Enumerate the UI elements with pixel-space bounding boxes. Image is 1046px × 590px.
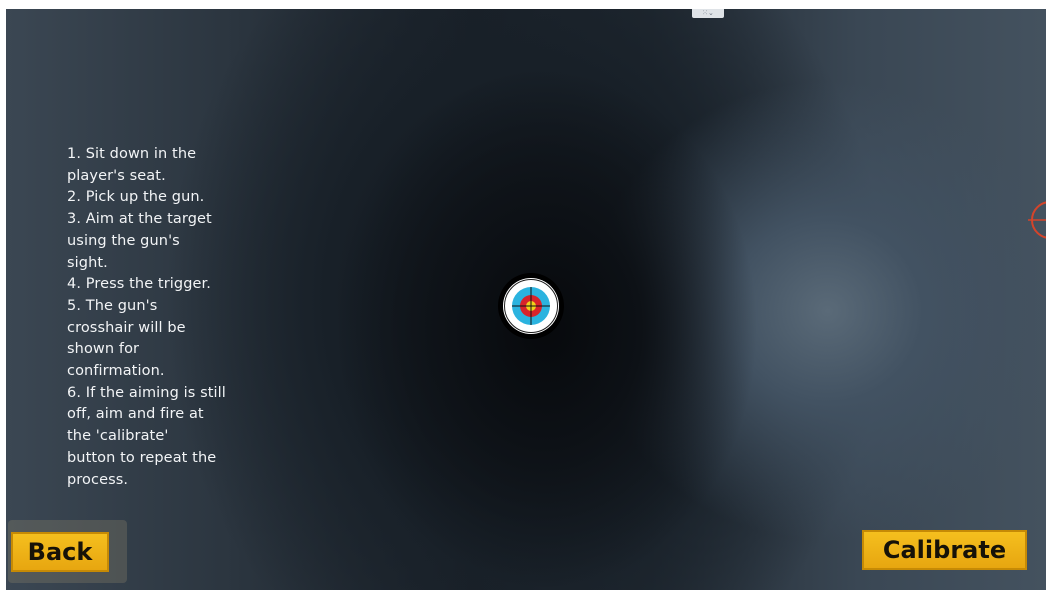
instruction-line: 5. The gun's	[67, 297, 158, 314]
instruction-line: button to repeat the	[67, 449, 217, 466]
instruction-line: 4. Press the trigger.	[67, 276, 211, 293]
bullseye-target-icon[interactable]	[498, 273, 564, 339]
instruction-line: using the gun's	[67, 232, 180, 249]
instruction-line: process.	[67, 471, 129, 488]
game-viewport[interactable]: ⁙⌄ 1. Sit down in the player's seat. 2. …	[6, 9, 1046, 590]
instruction-line: crosshair will be	[67, 319, 186, 336]
window-handle[interactable]: ⁙⌄	[692, 9, 724, 18]
instruction-line: off, aim and fire at	[67, 406, 204, 423]
instruction-line: 3. Aim at the target	[67, 211, 212, 228]
instruction-line: shown for	[67, 341, 140, 358]
calibration-instructions: 1. Sit down in the player's seat. 2. Pic…	[67, 144, 262, 491]
back-button[interactable]: Back	[11, 532, 109, 572]
calibrate-button[interactable]: Calibrate	[862, 530, 1027, 570]
instruction-line: player's seat.	[67, 167, 166, 184]
instruction-line: the 'calibrate'	[67, 428, 169, 445]
crosshair-icon	[1028, 201, 1046, 239]
instruction-line: sight.	[67, 254, 108, 271]
instruction-line: confirmation.	[67, 363, 165, 380]
instruction-line: 2. Pick up the gun.	[67, 189, 205, 206]
instruction-line: 1. Sit down in the	[67, 146, 197, 162]
instruction-line: 6. If the aiming is still	[67, 384, 226, 401]
